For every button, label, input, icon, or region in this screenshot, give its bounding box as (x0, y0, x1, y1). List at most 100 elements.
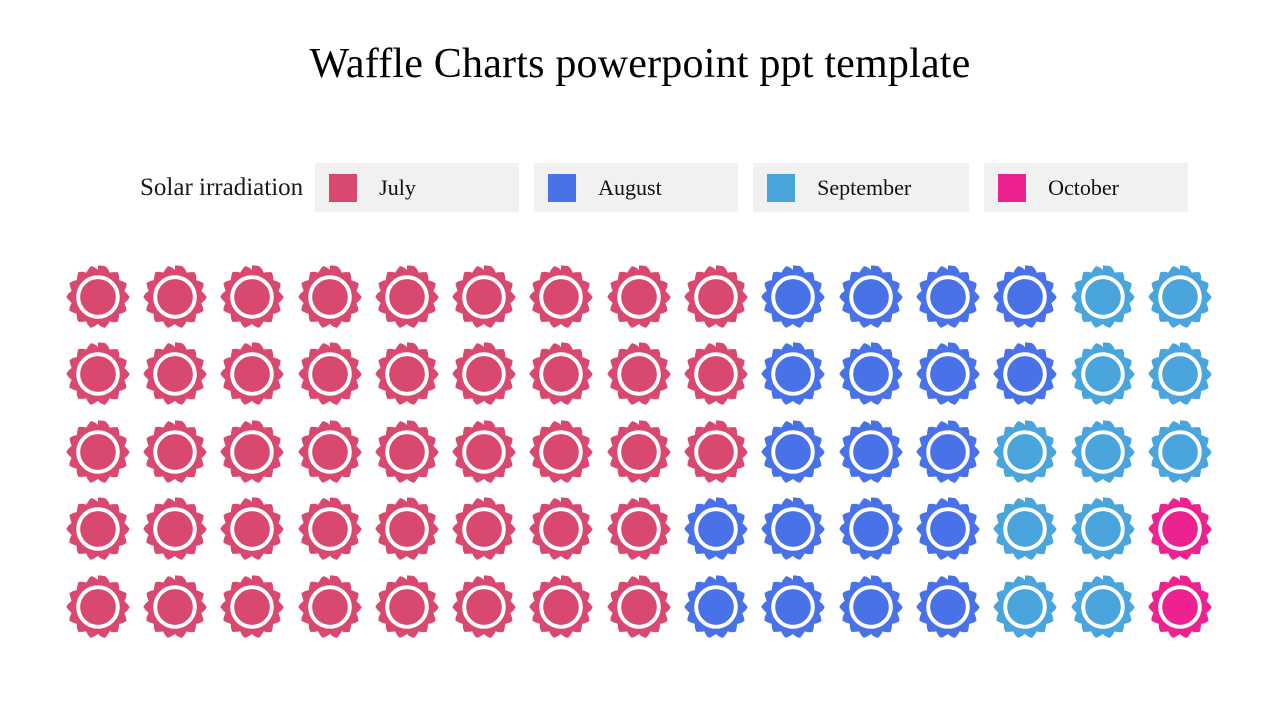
waffle-cell-august[interactable] (755, 568, 832, 646)
cog-ring-icon (684, 265, 748, 328)
cog-ring-icon (452, 575, 516, 638)
waffle-cell-july[interactable] (445, 568, 522, 646)
waffle-cell-july[interactable] (136, 336, 213, 414)
legend-swatch-october (998, 173, 1027, 202)
cog-ring-icon (607, 420, 671, 483)
cog-ring-icon (1070, 575, 1135, 638)
waffle-cell-august[interactable] (832, 491, 909, 569)
cog-ring-icon (993, 497, 1057, 561)
waffle-cell-august[interactable] (909, 413, 986, 491)
legend-swatch-july (329, 173, 358, 202)
waffle-cell-july[interactable] (214, 491, 291, 569)
waffle-cell-july[interactable] (214, 258, 291, 336)
cog-ring-icon (993, 342, 1057, 406)
waffle-cell-july[interactable] (136, 413, 213, 491)
waffle-cell-july[interactable] (523, 413, 600, 491)
waffle-cell-august[interactable] (755, 336, 832, 414)
waffle-cell-july[interactable] (523, 258, 600, 336)
waffle-cell-september[interactable] (1141, 258, 1218, 336)
waffle-cell-july[interactable] (291, 568, 368, 646)
waffle-cell-july[interactable] (136, 258, 213, 336)
legend-item-august[interactable]: August (534, 163, 739, 212)
waffle-cell-september[interactable] (1064, 491, 1141, 569)
waffle-cell-july[interactable] (600, 568, 677, 646)
waffle-cell-july[interactable] (677, 258, 754, 336)
waffle-cell-july[interactable] (59, 491, 136, 569)
cog-ring-icon (761, 342, 825, 406)
cog-ring-icon (529, 342, 594, 406)
waffle-cell-july[interactable] (291, 491, 368, 569)
waffle-cell-august[interactable] (677, 491, 754, 569)
waffle-cell-july[interactable] (600, 413, 677, 491)
cog-ring-icon (65, 575, 130, 638)
waffle-cell-july[interactable] (214, 568, 291, 646)
cog-ring-icon (684, 497, 748, 561)
cog-ring-icon (761, 575, 825, 638)
waffle-cell-july[interactable] (291, 258, 368, 336)
waffle-cell-july[interactable] (368, 491, 445, 569)
waffle-cell-july[interactable] (368, 413, 445, 491)
waffle-cell-august[interactable] (909, 568, 986, 646)
waffle-cell-july[interactable] (600, 336, 677, 414)
waffle-cell-july[interactable] (368, 258, 445, 336)
waffle-cell-july[interactable] (368, 336, 445, 414)
waffle-cell-september[interactable] (1141, 413, 1218, 491)
waffle-cell-july[interactable] (214, 336, 291, 414)
waffle-cell-august[interactable] (909, 491, 986, 569)
waffle-cell-september[interactable] (1064, 258, 1141, 336)
waffle-cell-august[interactable] (832, 413, 909, 491)
legend-item-july[interactable]: July (315, 163, 520, 212)
waffle-cell-july[interactable] (445, 258, 522, 336)
waffle-cell-july[interactable] (136, 491, 213, 569)
waffle-cell-july[interactable] (59, 568, 136, 646)
waffle-cell-july[interactable] (677, 413, 754, 491)
waffle-cell-august[interactable] (909, 258, 986, 336)
waffle-cell-july[interactable] (291, 336, 368, 414)
waffle-cell-august[interactable] (832, 258, 909, 336)
cog-ring-icon (1148, 265, 1212, 328)
waffle-cell-august[interactable] (909, 336, 986, 414)
waffle-cell-august[interactable] (755, 413, 832, 491)
waffle-cell-july[interactable] (523, 491, 600, 569)
waffle-cell-august[interactable] (832, 568, 909, 646)
cog-ring-icon (838, 575, 903, 638)
legend-label-august: August (598, 174, 662, 200)
waffle-cell-september[interactable] (1064, 413, 1141, 491)
cog-ring-icon (65, 342, 130, 406)
waffle-cell-july[interactable] (59, 336, 136, 414)
waffle-cell-september[interactable] (1064, 568, 1141, 646)
waffle-cell-august[interactable] (677, 568, 754, 646)
waffle-cell-september[interactable] (987, 413, 1064, 491)
waffle-cell-september[interactable] (1141, 336, 1218, 414)
waffle-cell-august[interactable] (987, 336, 1064, 414)
cog-ring-icon (838, 497, 903, 561)
waffle-cell-july[interactable] (445, 413, 522, 491)
waffle-cell-july[interactable] (59, 413, 136, 491)
waffle-cell-july[interactable] (677, 336, 754, 414)
waffle-cell-july[interactable] (59, 258, 136, 336)
cog-ring-icon (916, 497, 980, 561)
cog-ring-icon (297, 265, 362, 328)
legend-item-october[interactable]: October (984, 163, 1189, 212)
waffle-cell-august[interactable] (832, 336, 909, 414)
waffle-cell-september[interactable] (987, 568, 1064, 646)
legend-item-september[interactable]: September (753, 163, 970, 212)
waffle-cell-august[interactable] (755, 258, 832, 336)
cog-ring-icon (297, 497, 362, 561)
waffle-cell-august[interactable] (755, 491, 832, 569)
waffle-cell-september[interactable] (1064, 336, 1141, 414)
waffle-cell-july[interactable] (445, 336, 522, 414)
waffle-cell-july[interactable] (600, 258, 677, 336)
waffle-cell-august[interactable] (987, 258, 1064, 336)
waffle-cell-july[interactable] (445, 491, 522, 569)
waffle-cell-july[interactable] (368, 568, 445, 646)
waffle-cell-october[interactable] (1141, 491, 1218, 569)
waffle-cell-july[interactable] (600, 491, 677, 569)
waffle-cell-october[interactable] (1141, 568, 1218, 646)
waffle-cell-july[interactable] (136, 568, 213, 646)
waffle-cell-july[interactable] (523, 568, 600, 646)
waffle-cell-september[interactable] (987, 491, 1064, 569)
waffle-cell-july[interactable] (214, 413, 291, 491)
waffle-cell-july[interactable] (523, 336, 600, 414)
waffle-cell-july[interactable] (291, 413, 368, 491)
